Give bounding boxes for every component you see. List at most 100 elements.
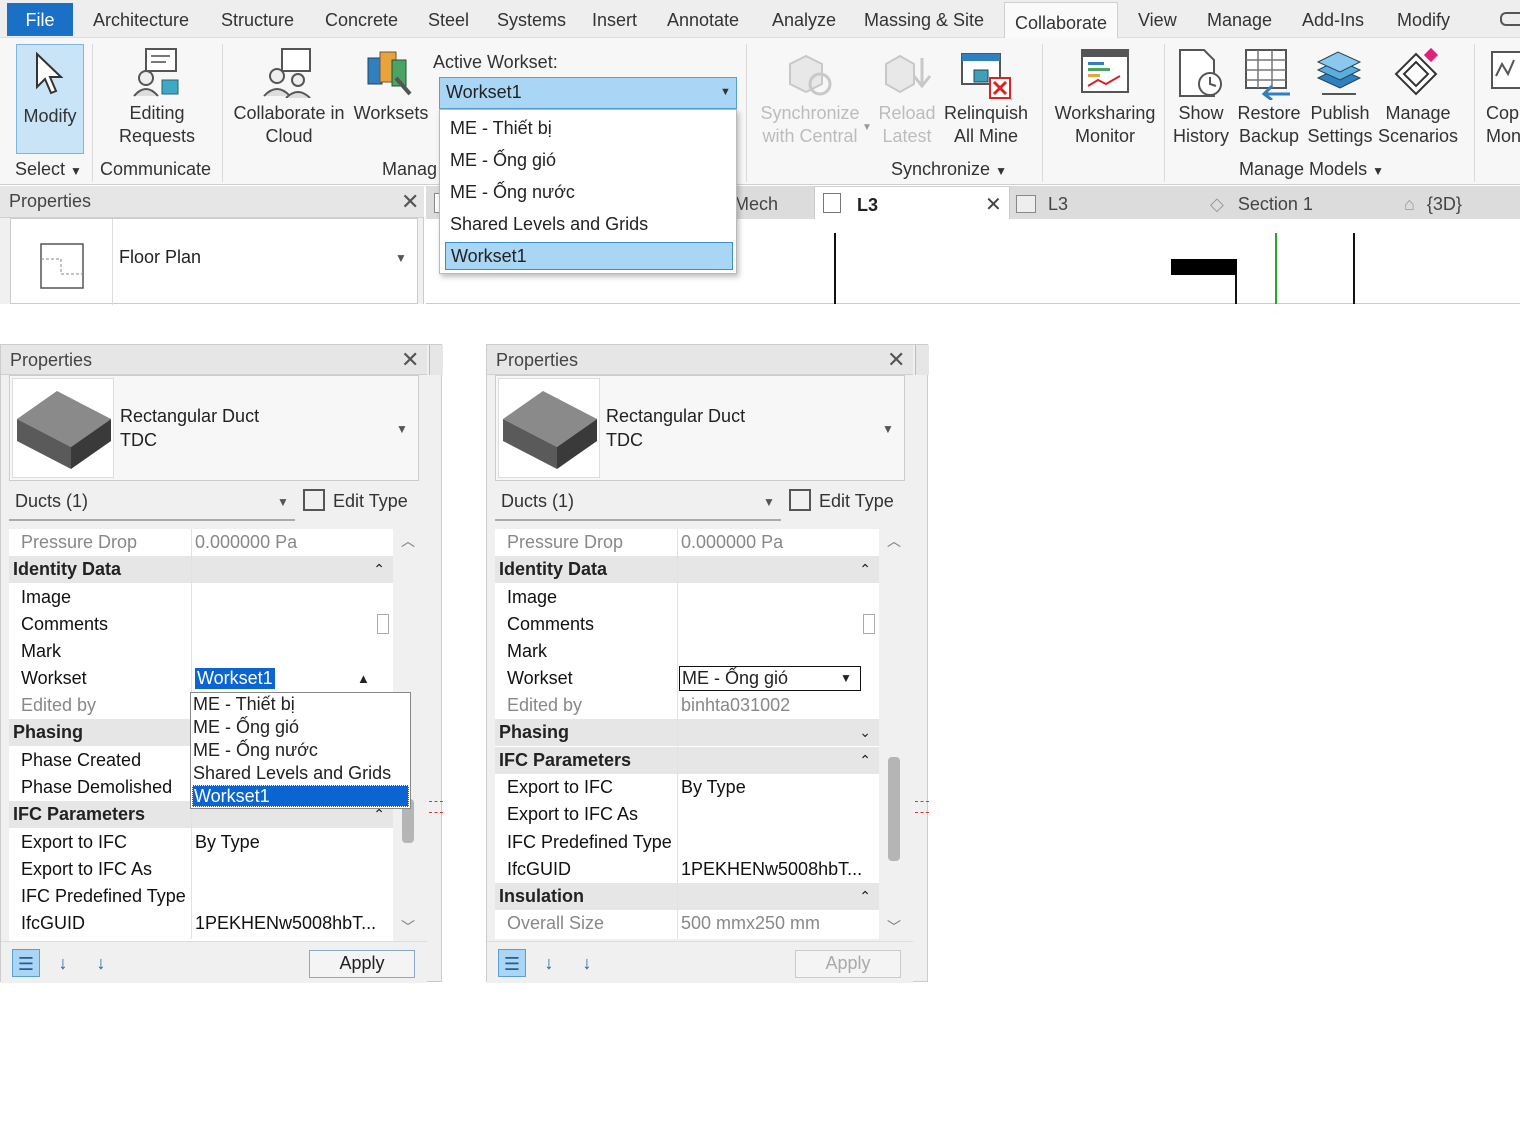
restore-backup-button[interactable]: Restore Backup bbox=[1234, 102, 1304, 148]
row-ifcguid[interactable]: IfcGUID 1PEKHENw5008hbT... bbox=[495, 856, 879, 883]
workset-option[interactable]: Shared Levels and Grids bbox=[450, 214, 648, 235]
sort-ascending-icon[interactable]: ↓ bbox=[49, 949, 77, 977]
scrollbar[interactable]: ︿ ﹀ bbox=[881, 529, 907, 939]
row-ifcguid[interactable]: IfcGUID 1PEKHENw5008hbT... bbox=[9, 910, 393, 937]
ellipsis-button[interactable] bbox=[377, 614, 389, 634]
ellipsis-button[interactable] bbox=[863, 614, 875, 634]
tab-insert[interactable]: Insert bbox=[592, 0, 637, 38]
workset-option-selected[interactable]: Workset1 bbox=[192, 785, 409, 807]
scroll-up-icon[interactable]: ︿ bbox=[401, 531, 415, 551]
sort-descending-icon[interactable]: ↓ bbox=[573, 949, 601, 977]
section-phasing[interactable]: Phasing ⌄ bbox=[495, 719, 879, 746]
tab-architecture[interactable]: Architecture bbox=[93, 0, 189, 38]
workset-option[interactable]: ME - Ống gió bbox=[193, 716, 299, 739]
collapse-icon[interactable]: ⌃ bbox=[859, 556, 871, 583]
type-selector[interactable]: Rectangular Duct TDC ▼ bbox=[9, 375, 419, 481]
close-icon[interactable]: ✕ bbox=[401, 191, 419, 213]
close-icon[interactable]: ✕ bbox=[401, 349, 419, 371]
row-workset[interactable]: Workset ME - Ống gió ▼ bbox=[495, 665, 879, 692]
section-identity-data[interactable]: Identity Data ⌃ bbox=[495, 556, 879, 583]
tab-structure[interactable]: Structure bbox=[221, 0, 294, 38]
active-workset-dropdown[interactable]: Workset1 ▼ bbox=[439, 77, 737, 109]
scroll-down-icon[interactable]: ﹀ bbox=[887, 917, 901, 937]
row-mark[interactable]: Mark bbox=[9, 638, 393, 665]
section-identity-data[interactable]: Identity Data ⌃ bbox=[9, 556, 393, 583]
row-image[interactable]: Image bbox=[9, 584, 393, 611]
tab-collaborate[interactable]: Collaborate bbox=[1004, 2, 1119, 39]
workset-option[interactable]: ME - Ống nước bbox=[450, 182, 575, 203]
tab-concrete[interactable]: Concrete bbox=[325, 0, 398, 38]
editing-requests-button[interactable]: Editing Requests bbox=[110, 102, 204, 148]
worksharing-monitor-button[interactable]: Worksharing Monitor bbox=[1050, 102, 1160, 148]
tab-systems[interactable]: Systems bbox=[497, 0, 566, 38]
relinquish-all-mine-button[interactable]: Relinquish All Mine bbox=[940, 102, 1032, 148]
row-comments[interactable]: Comments bbox=[495, 611, 879, 638]
row-export-ifc[interactable]: Export to IFC By Type bbox=[9, 829, 393, 856]
tab-annotate[interactable]: Annotate bbox=[667, 0, 739, 38]
copy-monitor-button[interactable]: Cop Mon bbox=[1486, 102, 1520, 148]
worksets-button[interactable]: Worksets bbox=[352, 102, 430, 125]
type-selector[interactable]: Rectangular Duct TDC ▼ bbox=[495, 375, 905, 481]
workset-option[interactable]: Shared Levels and Grids bbox=[193, 762, 391, 785]
collapse-icon[interactable]: ⌃ bbox=[859, 883, 871, 910]
workset-option-selected[interactable]: Workset1 bbox=[445, 242, 733, 270]
row-mark[interactable]: Mark bbox=[495, 638, 879, 665]
workset-option[interactable]: ME - Ống gió bbox=[450, 150, 556, 171]
synchronize-with-central-button[interactable]: Synchronize with Central bbox=[754, 102, 866, 148]
scroll-down-icon[interactable]: ﹀ bbox=[401, 917, 415, 937]
tab-l3-second[interactable]: L3 bbox=[1016, 186, 1068, 219]
close-icon[interactable]: ✕ bbox=[985, 187, 1002, 223]
chevron-down-icon[interactable]: ▼ bbox=[882, 422, 894, 436]
apply-button[interactable]: Apply bbox=[795, 950, 901, 978]
row-export-ifc[interactable]: Export to IFC By Type bbox=[495, 774, 879, 801]
workset-option[interactable]: ME - Thiết bị bbox=[193, 693, 295, 716]
row-workset[interactable]: Workset Workset1 ▲ bbox=[9, 665, 393, 692]
section-insulation[interactable]: Insulation ⌃ bbox=[495, 883, 879, 910]
sort-ascending-icon[interactable]: ↓ bbox=[535, 949, 563, 977]
tab-steel[interactable]: Steel bbox=[428, 0, 469, 38]
tab-mech[interactable]: Mech bbox=[734, 186, 778, 219]
close-icon[interactable]: ✕ bbox=[887, 349, 905, 371]
row-export-ifc-as[interactable]: Export to IFC As bbox=[495, 801, 879, 828]
tab-manage[interactable]: Manage bbox=[1207, 0, 1272, 38]
manage-scenarios-button[interactable]: Manage Scenarios bbox=[1376, 102, 1460, 148]
show-history-button[interactable]: Show History bbox=[1168, 102, 1234, 148]
type-selector[interactable]: Floor Plan ▼ bbox=[10, 218, 418, 305]
expand-icon[interactable]: ⌄ bbox=[859, 719, 871, 746]
instance-filter[interactable]: Ducts (1) ▼ bbox=[495, 485, 781, 521]
collapse-icon[interactable]: ⌃ bbox=[859, 747, 871, 774]
chevron-down-icon[interactable]: ▼ bbox=[395, 251, 407, 265]
collapse-icon[interactable]: ⌃ bbox=[373, 556, 385, 583]
instance-filter[interactable]: Ducts (1) ▼ bbox=[9, 485, 295, 521]
categorize-icon[interactable]: ☰ bbox=[498, 949, 526, 977]
row-ifc-predefined[interactable]: IFC Predefined Type bbox=[9, 883, 393, 910]
reload-latest-button[interactable]: Reload Latest bbox=[872, 102, 942, 148]
workset-select[interactable]: ME - Ống gió ▼ bbox=[679, 666, 861, 691]
modify-button[interactable]: Modify bbox=[16, 44, 84, 154]
tab-modify[interactable]: Modify bbox=[1397, 0, 1450, 38]
sort-descending-icon[interactable]: ↓ bbox=[87, 949, 115, 977]
row-ifc-predefined[interactable]: IFC Predefined Type bbox=[495, 829, 879, 856]
duct-element[interactable] bbox=[1171, 259, 1237, 275]
tab-massing-site[interactable]: Massing & Site bbox=[864, 0, 984, 38]
tab-analyze[interactable]: Analyze bbox=[772, 0, 836, 38]
ribbon-toggle-icon[interactable] bbox=[1500, 12, 1520, 26]
scroll-thumb[interactable] bbox=[888, 757, 900, 861]
collaborate-in-cloud-button[interactable]: Collaborate in Cloud bbox=[228, 102, 350, 148]
file-tab[interactable]: File bbox=[7, 3, 73, 36]
section-ifc-parameters[interactable]: IFC Parameters ⌃ bbox=[495, 747, 879, 774]
scroll-up-icon[interactable]: ︿ bbox=[887, 531, 901, 551]
edit-type-button[interactable]: Edit Type bbox=[303, 489, 408, 517]
tab-section-1[interactable]: ◇ Section 1 bbox=[1210, 186, 1313, 219]
tab-l3-active[interactable]: L3 ✕ bbox=[814, 186, 1010, 219]
tab-view[interactable]: View bbox=[1138, 0, 1177, 38]
workset-value-selected[interactable]: Workset1 bbox=[195, 668, 275, 689]
edit-type-button[interactable]: Edit Type bbox=[789, 489, 894, 517]
chevron-up-icon[interactable]: ▲ bbox=[357, 665, 370, 692]
select-panel-label[interactable]: Select ▼ bbox=[15, 159, 82, 180]
chevron-down-icon[interactable]: ▼ bbox=[396, 422, 408, 436]
publish-settings-button[interactable]: Publish Settings bbox=[1304, 102, 1376, 148]
row-export-ifc-as[interactable]: Export to IFC As bbox=[9, 856, 393, 883]
workset-option[interactable]: ME - Thiết bị bbox=[450, 118, 552, 139]
sync-dropdown-arrow-icon[interactable]: ▼ bbox=[862, 122, 872, 133]
